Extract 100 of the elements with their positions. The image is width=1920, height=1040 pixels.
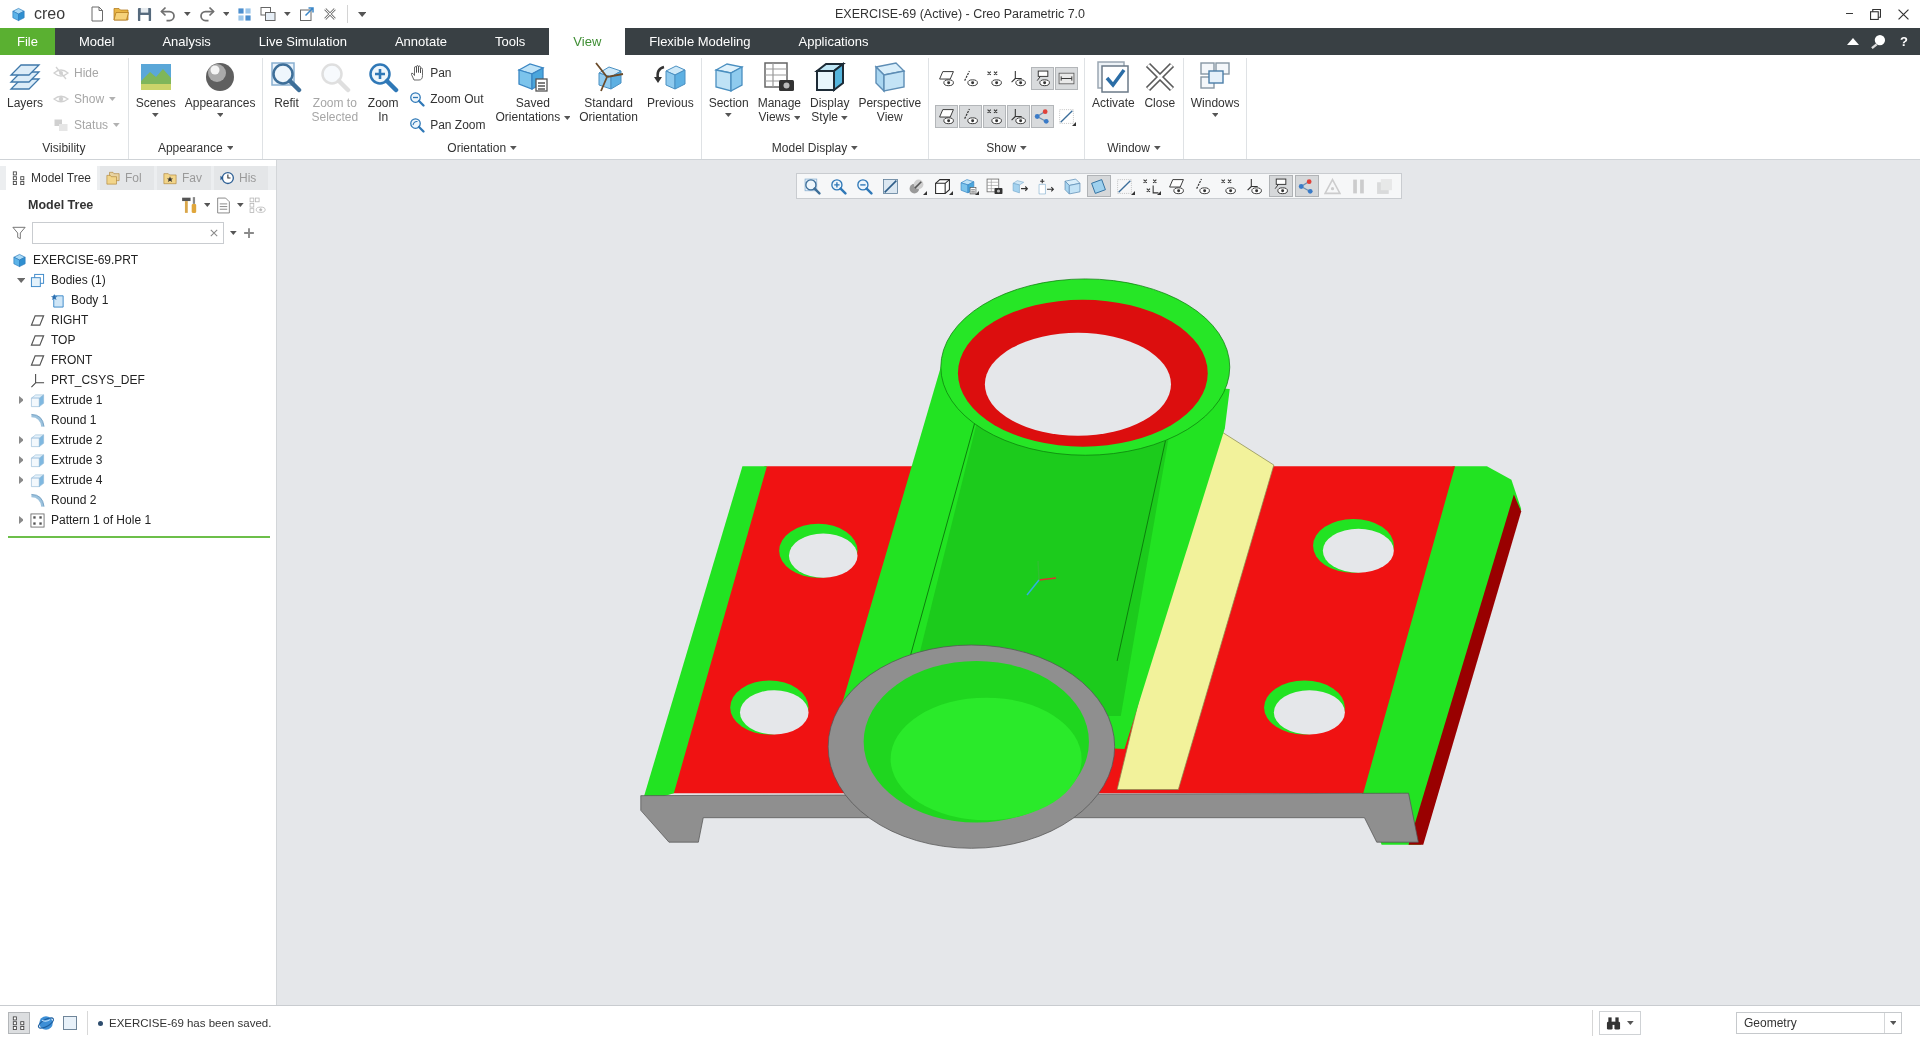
- saved-orientations-button[interactable]: Saved Orientations: [491, 60, 575, 124]
- points-eye-toggle[interactable]: [983, 105, 1007, 128]
- model-tree-toggle[interactable]: [8, 1012, 30, 1034]
- caret-right-icon[interactable]: [18, 516, 24, 524]
- pan-button[interactable]: Pan: [406, 60, 489, 85]
- tree-item[interactable]: FRONT: [51, 353, 93, 367]
- activate-button[interactable]: Activate: [1088, 60, 1139, 110]
- ribbon-tab[interactable]: Model: [54, 28, 139, 55]
- new-file-icon[interactable]: [89, 6, 106, 22]
- caret-right-icon[interactable]: [18, 436, 24, 444]
- zoom-in-button[interactable]: Zoom In: [363, 60, 404, 124]
- group-menu-button[interactable]: Model Display: [769, 141, 860, 155]
- caret-icon[interactable]: [358, 11, 367, 17]
- search-icon[interactable]: [1871, 34, 1887, 49]
- funnel-icon[interactable]: [12, 226, 26, 240]
- appearances-button[interactable]: Appearances: [180, 60, 260, 117]
- section-button[interactable]: Section: [704, 60, 753, 117]
- tree-item[interactable]: PRT_CSYS_DEF: [51, 373, 145, 387]
- plus-icon[interactable]: [242, 227, 255, 239]
- clock-icon: [220, 171, 235, 185]
- tree-item[interactable]: Pattern 1 of Hole 1: [51, 513, 152, 527]
- caret-icon[interactable]: [237, 203, 244, 207]
- restore-icon[interactable]: [1870, 8, 1881, 20]
- refit-button[interactable]: Refit: [266, 60, 307, 110]
- caret-icon[interactable]: [230, 231, 237, 235]
- landscape-icon: [139, 61, 172, 93]
- tree-item[interactable]: TOP: [51, 333, 76, 347]
- ribbon-tab[interactable]: Applications: [774, 28, 893, 55]
- windows-button[interactable]: Windows: [1186, 60, 1244, 117]
- group-menu-button[interactable]: Orientation: [445, 141, 519, 155]
- caret-right-icon[interactable]: [18, 396, 24, 404]
- plane-eye-toggle[interactable]: [935, 105, 959, 128]
- tree-filter-field[interactable]: [32, 222, 224, 244]
- tree-item[interactable]: Extrude 4: [51, 473, 103, 487]
- group-menu-button[interactable]: Appearance: [155, 141, 236, 155]
- hammer-screwdriver-icon[interactable]: [180, 196, 199, 214]
- folder-icon[interactable]: [113, 6, 130, 22]
- node-link-toggle[interactable]: [1031, 105, 1055, 128]
- group-menu-button[interactable]: Window: [1105, 141, 1163, 155]
- display-style-button[interactable]: Display Style: [806, 60, 854, 124]
- window-arrow-icon[interactable]: [299, 6, 316, 22]
- tree-item[interactable]: Round 2: [51, 493, 97, 507]
- tree-item[interactable]: RIGHT: [51, 313, 89, 327]
- caret-right-icon[interactable]: [18, 456, 24, 464]
- manage-views-button[interactable]: Manage Views: [753, 60, 806, 124]
- extrude-icon: [30, 432, 45, 448]
- caret-icon[interactable]: [203, 203, 211, 207]
- plane-eye-icon: [938, 70, 956, 87]
- annotation-eye-toggle[interactable]: [1031, 67, 1055, 90]
- standard-orientation-button[interactable]: Standard Orientation: [575, 60, 642, 124]
- grid-squares-icon[interactable]: [237, 6, 253, 22]
- ribbon-tab[interactable]: View: [549, 28, 626, 55]
- undo-arrow-icon[interactable]: [160, 6, 177, 22]
- axis-eye-toggle[interactable]: [959, 105, 983, 128]
- tree-item[interactable]: Extrude 3: [51, 453, 103, 467]
- layers-button[interactable]: Layers: [3, 60, 48, 110]
- caret-down-icon[interactable]: [16, 277, 26, 283]
- scenes-button[interactable]: Scenes: [131, 60, 180, 117]
- overlapping-windows-icon[interactable]: [260, 6, 277, 22]
- ribbon-tab[interactable]: Flexible Modeling: [625, 28, 775, 55]
- caret-icon[interactable]: [222, 12, 230, 16]
- caret-up-icon[interactable]: [1847, 38, 1860, 45]
- dimension-icon: [1058, 70, 1076, 87]
- caret-right-icon[interactable]: [18, 476, 24, 484]
- panel-tab[interactable]: Model Tree: [6, 166, 98, 190]
- selection-filter-dropdown[interactable]: Geometry: [1736, 1012, 1902, 1034]
- tree-item[interactable]: Extrude 2: [51, 433, 103, 447]
- axes-eye-icon: [1010, 70, 1028, 87]
- ribbon-tab[interactable]: Tools: [471, 28, 550, 55]
- tree-item[interactable]: Body 1: [71, 293, 109, 307]
- points-eye-icon: [986, 108, 1004, 125]
- group-menu-button[interactable]: Show: [984, 141, 1029, 155]
- clear-icon[interactable]: [210, 229, 218, 237]
- find-button[interactable]: [1599, 1011, 1641, 1035]
- cube-list-icon: [516, 61, 549, 93]
- tree-item[interactable]: Round 1: [51, 413, 97, 427]
- ribbon-tab[interactable]: Annotate: [370, 28, 471, 55]
- close-button[interactable]: Close: [1139, 60, 1180, 110]
- cube-icon: [11, 6, 26, 22]
- help-button[interactable]: ?: [1898, 34, 1910, 49]
- perspective-view-button[interactable]: Perspective View: [854, 60, 926, 124]
- zoom-out-button[interactable]: Zoom Out: [406, 86, 489, 111]
- cross-icon[interactable]: [323, 7, 338, 21]
- previous-button[interactable]: Previous: [642, 60, 698, 110]
- minimize-icon[interactable]: [1846, 13, 1853, 15]
- close-icon[interactable]: [1898, 8, 1909, 20]
- tree-item[interactable]: EXERCISE-69.PRT: [33, 253, 139, 267]
- points-eye-icon: [986, 70, 1004, 87]
- redo-arrow-icon[interactable]: [198, 6, 215, 22]
- tree-item[interactable]: Extrude 1: [51, 393, 103, 407]
- window-icon[interactable]: [62, 1015, 78, 1031]
- caret-icon[interactable]: [284, 12, 292, 16]
- ribbon-tab[interactable]: Analysis: [138, 28, 235, 55]
- ribbon-tab[interactable]: Live Simulation: [234, 28, 371, 55]
- tree-item[interactable]: Bodies (1): [51, 273, 106, 287]
- caret-icon[interactable]: [184, 12, 191, 16]
- globe-icon[interactable]: [37, 1014, 55, 1032]
- dimension-toggle[interactable]: [1055, 67, 1079, 90]
- pan-zoom-button[interactable]: Pan Zoom: [406, 112, 489, 137]
- axes-eye-toggle[interactable]: [1007, 105, 1031, 128]
